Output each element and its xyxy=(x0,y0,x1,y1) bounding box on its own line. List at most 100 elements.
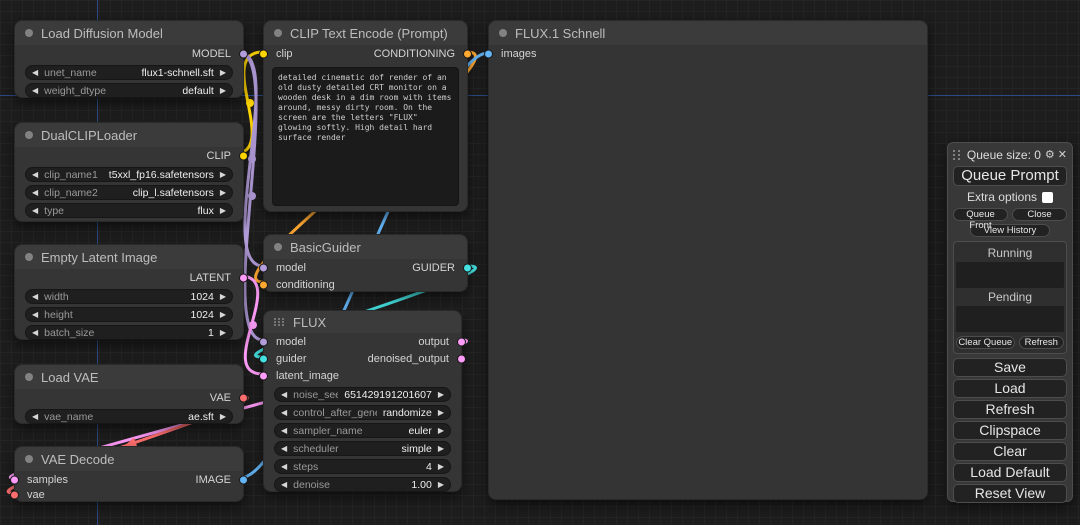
widget-type[interactable]: ◀ type flux ▶ xyxy=(25,203,233,218)
decrement-arrow-icon[interactable]: ◀ xyxy=(32,189,38,197)
widget-width[interactable]: ◀ width 1024 ▶ xyxy=(25,289,233,304)
clear-button[interactable]: Clear xyxy=(953,442,1067,461)
refresh-queue-button[interactable]: Refresh xyxy=(1019,336,1064,349)
queue-prompt-button[interactable]: Queue Prompt xyxy=(953,166,1067,186)
output-socket-model[interactable] xyxy=(239,49,248,58)
input-socket-latent-image[interactable] xyxy=(259,371,268,380)
node-title-bar[interactable]: VAE Decode xyxy=(15,447,243,471)
input-socket-model[interactable] xyxy=(259,337,268,346)
node-title-bar[interactable]: Empty Latent Image xyxy=(15,245,243,269)
collapse-dot-icon[interactable] xyxy=(25,131,33,139)
input-socket-conditioning[interactable] xyxy=(259,280,268,289)
decrement-arrow-icon[interactable]: ◀ xyxy=(281,409,287,417)
decrement-arrow-icon[interactable]: ◀ xyxy=(281,427,287,435)
output-socket-conditioning[interactable] xyxy=(463,49,472,58)
increment-arrow-icon[interactable]: ▶ xyxy=(220,189,226,197)
output-socket-guider[interactable] xyxy=(463,263,472,272)
node-load-vae[interactable]: Load VAE VAE ◀ vae_name ae.sft ▶ xyxy=(14,364,244,424)
decrement-arrow-icon[interactable]: ◀ xyxy=(281,391,287,399)
widget-control-after-generate[interactable]: ◀ control_after_generate randomize ▶ xyxy=(274,405,451,420)
prompt-text-input[interactable]: detailed cinematic dof render of an old … xyxy=(272,67,459,206)
widget-sampler-name[interactable]: ◀ sampler_name euler ▶ xyxy=(274,423,451,438)
widget-steps[interactable]: ◀ steps 4 ▶ xyxy=(274,459,451,474)
widget-scheduler[interactable]: ◀ scheduler simple ▶ xyxy=(274,441,451,456)
node-title-bar[interactable]: FLUX xyxy=(264,311,461,333)
widget-noise-seed[interactable]: ◀ noise_seed 651429191201607 ▶ xyxy=(274,387,451,402)
increment-arrow-icon[interactable]: ▶ xyxy=(438,409,444,417)
increment-arrow-icon[interactable]: ▶ xyxy=(220,207,226,215)
decrement-arrow-icon[interactable]: ◀ xyxy=(32,69,38,77)
node-title-bar[interactable]: FLUX.1 Schnell xyxy=(489,21,927,45)
node-basic-guider[interactable]: BasicGuider model GUIDER conditioning xyxy=(263,234,468,292)
save-button[interactable]: Save xyxy=(953,358,1067,377)
node-title-bar[interactable]: BasicGuider xyxy=(264,235,467,259)
increment-arrow-icon[interactable]: ▶ xyxy=(220,293,226,301)
input-socket-clip[interactable] xyxy=(259,49,268,58)
increment-arrow-icon[interactable]: ▶ xyxy=(220,171,226,179)
collapse-dot-icon[interactable] xyxy=(499,29,507,37)
increment-arrow-icon[interactable]: ▶ xyxy=(220,311,226,319)
refresh-button[interactable]: Refresh xyxy=(953,400,1067,419)
decrement-arrow-icon[interactable]: ◀ xyxy=(32,311,38,319)
node-flux1-schnell-preview[interactable]: FLUX.1 Schnell images xyxy=(488,20,928,500)
increment-arrow-icon[interactable]: ▶ xyxy=(438,391,444,399)
widget-weight-dtype[interactable]: ◀ weight_dtype default ▶ xyxy=(25,83,233,98)
increment-arrow-icon[interactable]: ▶ xyxy=(438,445,444,453)
drag-handle-icon[interactable] xyxy=(953,150,961,160)
node-dual-clip-loader[interactable]: DualCLIPLoader CLIP ◀ clip_name1 t5xxl_f… xyxy=(14,122,244,222)
gear-icon[interactable]: ⚙ xyxy=(1045,150,1055,161)
increment-arrow-icon[interactable]: ▶ xyxy=(438,481,444,489)
output-socket-clip[interactable] xyxy=(239,151,248,160)
node-flux-sampler[interactable]: FLUX model output guider denoised_output… xyxy=(263,310,462,492)
input-socket-guider[interactable] xyxy=(259,354,268,363)
increment-arrow-icon[interactable]: ▶ xyxy=(438,427,444,435)
node-load-diffusion-model[interactable]: Load Diffusion Model MODEL ◀ unet_name f… xyxy=(14,20,244,98)
load-default-button[interactable]: Load Default xyxy=(953,463,1067,482)
input-socket-images[interactable] xyxy=(484,49,493,58)
clear-queue-button[interactable]: Clear Queue xyxy=(956,336,1015,349)
output-socket-vae[interactable] xyxy=(239,393,248,402)
node-empty-latent-image[interactable]: Empty Latent Image LATENT ◀ width 1024 ▶… xyxy=(14,244,244,340)
widget-denoise[interactable]: ◀ denoise 1.00 ▶ xyxy=(274,477,451,492)
collapse-dot-icon[interactable] xyxy=(25,253,33,261)
node-title-bar[interactable]: DualCLIPLoader xyxy=(15,123,243,147)
decrement-arrow-icon[interactable]: ◀ xyxy=(281,481,287,489)
decrement-arrow-icon[interactable]: ◀ xyxy=(32,171,38,179)
widget-clip-name2[interactable]: ◀ clip_name2 clip_l.safetensors ▶ xyxy=(25,185,233,200)
close-button[interactable]: Close xyxy=(1012,208,1067,221)
widget-unet-name[interactable]: ◀ unet_name flux1-schnell.sft ▶ xyxy=(25,65,233,80)
collapse-dot-icon[interactable] xyxy=(274,243,282,251)
increment-arrow-icon[interactable]: ▶ xyxy=(220,87,226,95)
increment-arrow-icon[interactable]: ▶ xyxy=(438,463,444,471)
node-title-bar[interactable]: Load VAE xyxy=(15,365,243,389)
widget-height[interactable]: ◀ height 1024 ▶ xyxy=(25,307,233,322)
node-vae-decode[interactable]: VAE Decode samples IMAGE vae xyxy=(14,446,244,502)
widget-batch-size[interactable]: ◀ batch_size 1 ▶ xyxy=(25,325,233,340)
increment-arrow-icon[interactable]: ▶ xyxy=(220,329,226,337)
decrement-arrow-icon[interactable]: ◀ xyxy=(32,207,38,215)
close-icon[interactable]: ✕ xyxy=(1058,150,1067,161)
widget-vae-name[interactable]: ◀ vae_name ae.sft ▶ xyxy=(25,409,233,424)
collapse-dot-icon[interactable] xyxy=(25,29,33,37)
decrement-arrow-icon[interactable]: ◀ xyxy=(32,329,38,337)
decrement-arrow-icon[interactable]: ◀ xyxy=(32,413,38,421)
load-button[interactable]: Load xyxy=(953,379,1067,398)
collapse-dot-icon[interactable] xyxy=(274,29,282,37)
clipspace-button[interactable]: Clipspace xyxy=(953,421,1067,440)
decrement-arrow-icon[interactable]: ◀ xyxy=(281,445,287,453)
decrement-arrow-icon[interactable]: ◀ xyxy=(32,87,38,95)
reset-view-button[interactable]: Reset View xyxy=(953,484,1067,503)
input-socket-samples[interactable] xyxy=(10,475,19,484)
increment-arrow-icon[interactable]: ▶ xyxy=(220,413,226,421)
input-socket-model[interactable] xyxy=(259,263,268,272)
collapse-dot-icon[interactable] xyxy=(25,373,33,381)
node-clip-text-encode[interactable]: CLIP Text Encode (Prompt) clip CONDITION… xyxy=(263,20,468,212)
extra-options-checkbox[interactable] xyxy=(1042,192,1053,203)
output-socket-denoised-output[interactable] xyxy=(457,354,466,363)
collapse-dot-icon[interactable] xyxy=(25,455,33,463)
increment-arrow-icon[interactable]: ▶ xyxy=(220,69,226,77)
widget-clip-name1[interactable]: ◀ clip_name1 t5xxl_fp16.safetensors ▶ xyxy=(25,167,233,182)
decrement-arrow-icon[interactable]: ◀ xyxy=(32,293,38,301)
group-node-grid-icon[interactable] xyxy=(274,318,285,326)
queue-front-button[interactable]: Queue Front xyxy=(953,208,1008,221)
